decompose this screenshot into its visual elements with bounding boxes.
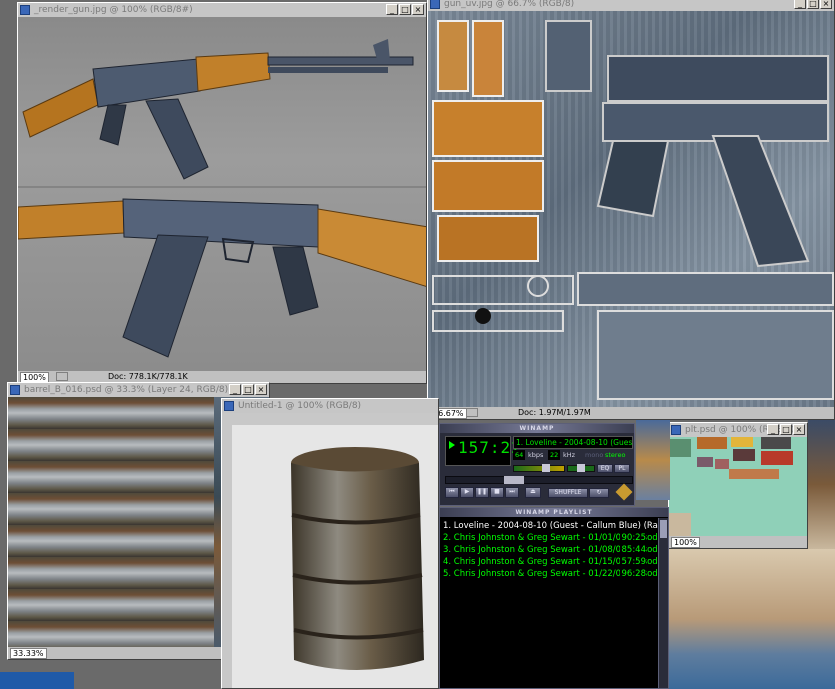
render-gun-window[interactable]: _render_gun.jpg @ 100% (RGB/8#) _ □ × 10… [17, 2, 427, 384]
plt-window[interactable]: plt.psd @ 100% (RGB/8) _ □ × 100% [668, 422, 808, 549]
playlist-item-duration: 85:44 [619, 544, 646, 556]
playlist-item-duration: 96:28 [619, 568, 646, 580]
minimize-icon[interactable]: _ [386, 4, 398, 15]
gun-uv-window[interactable]: gun_uv.jpg @ 66.7% (RGB/8) _ □ × 66.67% … [427, 0, 835, 420]
photoshop-doc-icon [20, 5, 30, 15]
plt-statusbar: 100% [669, 536, 807, 548]
playlist-item[interactable]: 4. Chris Johnston & Greg Sewart - 01/15/… [440, 556, 658, 568]
barrel-texture-titlebar[interactable]: barrel_B_016.psd @ 33.3% (Layer 24, RGB/… [8, 383, 269, 397]
palette-swatches [669, 437, 793, 536]
maximize-icon[interactable]: □ [399, 4, 411, 15]
winamp-mono-label: mono [585, 451, 604, 459]
playlist-item-text: 1. Loveline - 2004-08-10 (Guest - Callum… [443, 521, 658, 531]
maximize-icon[interactable]: □ [807, 0, 819, 9]
playlist-item[interactable]: 3. Chris Johnston & Greg Sewart - 01/08/… [440, 544, 658, 556]
maximize-icon[interactable]: □ [780, 424, 792, 435]
winamp-playlist-window[interactable]: WINAMP PLAYLIST 1. Loveline - 2004-08-10… [439, 507, 669, 689]
playlist-scroll-thumb[interactable] [660, 520, 667, 538]
winamp-titlebar[interactable]: WINAMP [440, 424, 634, 433]
maximize-icon[interactable]: □ [242, 384, 254, 395]
gun-uv-titlebar[interactable]: gun_uv.jpg @ 66.7% (RGB/8) _ □ × [428, 0, 834, 11]
render-gun-canvas[interactable] [18, 17, 426, 371]
close-icon[interactable]: × [793, 424, 805, 435]
untitled-canvas[interactable] [222, 413, 438, 688]
playlist-item[interactable]: 5. Chris Johnston & Greg Sewart - 01/22/… [440, 568, 658, 580]
zoom-field[interactable]: 33.33% [10, 648, 47, 659]
untitled-window[interactable]: Untitled-1 @ 100% (RGB/8) [221, 398, 439, 689]
minimize-icon[interactable]: _ [229, 384, 241, 395]
taskbar-fragment [0, 672, 74, 689]
desktop-texture-fragment [668, 549, 835, 689]
repeat-button[interactable]: ↻ [589, 488, 609, 498]
barrel-3d-render [291, 447, 424, 670]
photoshop-doc-icon [10, 385, 20, 395]
zoom-field[interactable]: 100% [671, 537, 700, 548]
untitled-titlebar[interactable]: Untitled-1 @ 100% (RGB/8) [222, 399, 438, 413]
playlist-list[interactable]: 1. Loveline - 2004-08-10 (Guest - Callum… [440, 520, 658, 688]
minimize-icon[interactable]: _ [767, 424, 779, 435]
desktop-texture-fragment [636, 420, 670, 500]
winamp-stereo-label: stereo [605, 451, 626, 459]
balance-slider[interactable] [567, 464, 595, 472]
minimize-icon[interactable]: _ [794, 0, 806, 9]
plt-titlebar[interactable]: plt.psd @ 100% (RGB/8) _ □ × [669, 423, 807, 437]
desktop-texture-fragment [808, 420, 835, 549]
untitled-title: Untitled-1 @ 100% (RGB/8) [238, 401, 362, 411]
barrel-texture-title: barrel_B_016.psd @ 33.3% (Layer 24, RGB/… [24, 385, 229, 395]
render-gun-title: _render_gun.jpg @ 100% (RGB/8#) [34, 5, 193, 15]
photoshop-doc-icon [430, 0, 440, 9]
photoshop-doc-icon [224, 401, 234, 411]
volume-thumb[interactable] [542, 464, 550, 472]
playlist-item[interactable]: 1. Loveline - 2004-08-10 (Guest - Callum… [440, 520, 658, 532]
navigator-icon[interactable] [56, 372, 68, 381]
gun-uv-canvas[interactable] [428, 11, 834, 407]
seek-bar[interactable] [445, 476, 633, 484]
pause-button[interactable]: ❚❚ [475, 487, 489, 498]
gun-uv-statusbar: 66.67% Doc: 1.97M/1.97M [428, 407, 834, 419]
winamp-time-display: 157:22 [445, 436, 521, 466]
winamp-track-title: 1. Loveline - 2004-08-10 (Guest - [516, 438, 633, 447]
winamp-track-marquee: 1. Loveline - 2004-08-10 (Guest - [513, 436, 633, 449]
play-indicator-icon [449, 441, 455, 449]
gun-uv-title: gun_uv.jpg @ 66.7% (RGB/8) [444, 0, 575, 9]
close-icon[interactable]: × [412, 4, 424, 15]
volume-slider[interactable] [513, 464, 565, 472]
plt-canvas[interactable] [669, 437, 807, 536]
eq-toggle-button[interactable]: EQ [597, 464, 613, 473]
winamp-logo-icon[interactable] [615, 483, 633, 501]
winamp-main-window[interactable]: WINAMP 157:22 1. Loveline - 2004-08-10 (… [439, 423, 635, 506]
close-icon[interactable]: × [820, 0, 832, 9]
playlist-item-duration: 57:59 [619, 556, 646, 568]
winamp-khz: 22 [548, 450, 561, 460]
prev-button[interactable]: ⏮ [445, 487, 459, 498]
seek-thumb[interactable] [504, 476, 524, 484]
uv-texture-art [432, 20, 834, 400]
stop-button[interactable]: ■ [490, 487, 504, 498]
playlist-item[interactable]: 2. Chris Johnston & Greg Sewart - 01/01/… [440, 532, 658, 544]
render-gun-titlebar[interactable]: _render_gun.jpg @ 100% (RGB/8#) _ □ × [18, 3, 426, 17]
navigator-icon[interactable] [466, 408, 478, 417]
playlist-titlebar[interactable]: WINAMP PLAYLIST [440, 508, 668, 517]
winamp-kbps: 64 [513, 450, 526, 460]
close-icon[interactable]: × [255, 384, 267, 395]
shuffle-button[interactable]: SHUFFLE [548, 488, 588, 498]
photoshop-doc-icon [671, 425, 681, 435]
balance-thumb[interactable] [577, 464, 585, 472]
eject-button[interactable]: ⏏ [525, 487, 541, 498]
play-button[interactable]: ▶ [460, 487, 474, 498]
doc-size: Doc: 1.97M/1.97M [518, 408, 591, 417]
playlist-item-duration: 90:25 [619, 532, 646, 544]
winamp-info-row: 64 kbps 22 kHz mono stereo [513, 450, 633, 460]
playlist-scrollbar[interactable] [658, 518, 668, 688]
winamp-kbps-label: kbps [528, 451, 544, 459]
next-button[interactable]: ⏭ [505, 487, 519, 498]
winamp-khz-label: kHz [563, 451, 576, 459]
playlist-toggle-button[interactable]: PL [614, 464, 630, 473]
rifle-render-bottom [18, 198, 426, 358]
